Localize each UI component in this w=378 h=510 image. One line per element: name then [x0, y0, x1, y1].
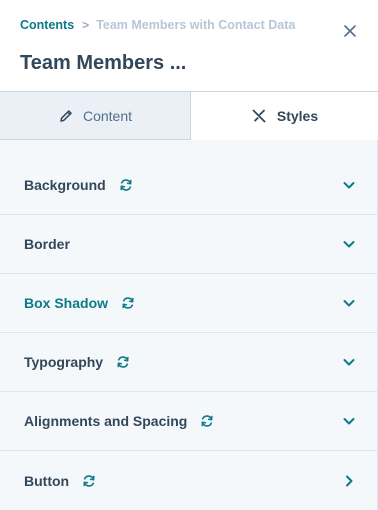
breadcrumb-current: Team Members with Contact Data	[96, 18, 296, 32]
tab-styles[interactable]: Styles	[191, 92, 378, 140]
chevron-down-icon[interactable]	[342, 178, 356, 192]
chevron-right-icon[interactable]	[342, 474, 356, 488]
section-typography[interactable]: Typography	[0, 333, 378, 392]
section-label: Typography	[24, 354, 104, 370]
section-label: Alignments and Spacing	[24, 413, 188, 429]
style-editor-panel: Contents > Team Members with Contact Dat…	[0, 0, 378, 510]
chevron-down-icon[interactable]	[342, 355, 356, 369]
style-sections: Background Border Box Shadow Typography …	[0, 156, 378, 510]
section-label: Background	[24, 177, 106, 193]
breadcrumb: Contents > Team Members with Contact Dat…	[20, 18, 295, 32]
reset-icon[interactable]	[82, 474, 96, 488]
breadcrumb-separator: >	[82, 18, 90, 32]
reset-icon[interactable]	[121, 296, 135, 310]
tab-styles-label: Styles	[276, 108, 319, 124]
close-icon[interactable]	[342, 23, 358, 39]
brush-ruler-icon	[251, 108, 267, 124]
section-label: Border	[24, 236, 70, 252]
section-label: Button	[24, 472, 70, 489]
section-background[interactable]: Background	[0, 156, 378, 215]
section-label: Box Shadow	[24, 295, 109, 311]
page-title: Team Members ...	[20, 52, 187, 74]
chevron-down-icon[interactable]	[342, 414, 356, 428]
section-button[interactable]: Button	[0, 451, 378, 510]
section-border[interactable]: Border	[0, 215, 378, 274]
chevron-down-icon[interactable]	[342, 296, 356, 310]
panel-header: Contents > Team Members with Contact Dat…	[0, 0, 378, 91]
section-box-shadow[interactable]: Box Shadow	[0, 274, 378, 333]
chevron-down-icon[interactable]	[342, 237, 356, 251]
tab-bar: Content Styles	[0, 91, 378, 140]
breadcrumb-parent-link[interactable]: Contents	[20, 18, 74, 32]
reset-icon[interactable]	[119, 178, 133, 192]
section-alignments-and-spacing[interactable]: Alignments and Spacing	[0, 392, 378, 451]
reset-icon[interactable]	[200, 414, 214, 428]
tab-content-label: Content	[82, 107, 133, 124]
tab-content[interactable]: Content	[0, 92, 191, 140]
pencil-icon	[58, 108, 74, 124]
reset-icon[interactable]	[116, 355, 130, 369]
